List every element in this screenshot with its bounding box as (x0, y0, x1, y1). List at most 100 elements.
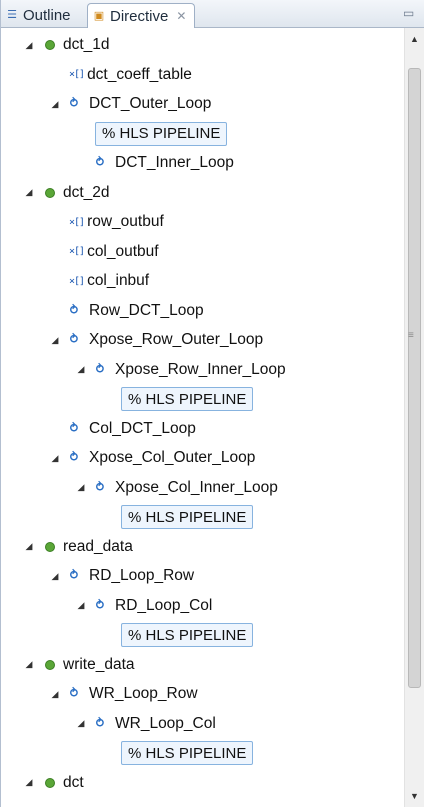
tree-item-loop[interactable]: ◢ ⥁ RD_Loop_Col (75, 593, 213, 619)
loop-icon: ⥁ (69, 302, 80, 317)
loop-icon: ⥁ (69, 420, 80, 435)
tree-item-label: Xpose_Row_Outer_Loop (89, 331, 264, 348)
loop-icon: ⥁ (95, 361, 106, 376)
tree-item-label: Row_DCT_Loop (89, 301, 204, 319)
tree-item-array[interactable]: ×[] dct_coeff_table (69, 62, 192, 88)
tree-item-label: read_data (63, 537, 133, 555)
tree-item-loop[interactable]: ⥁ Col_DCT_Loop (69, 416, 196, 442)
expand-toggle-icon[interactable]: ◢ (49, 335, 61, 346)
array-icon: ×[] (69, 216, 85, 228)
tree-item-loop[interactable]: ◢ ⥁ RD_Loop_Row (49, 563, 195, 589)
loop-icon: ⥁ (69, 332, 80, 346)
array-icon: ×[] (69, 246, 85, 257)
expand-toggle-icon[interactable]: ◢ (75, 600, 87, 611)
tab-directive[interactable]: ▣ Directive ✕ (87, 3, 196, 28)
scrollbar-thumb[interactable] (408, 68, 421, 688)
expand-toggle-icon[interactable]: ◢ (75, 482, 87, 493)
expand-toggle-icon[interactable]: ◢ (23, 659, 35, 670)
loop-icon: ⥁ (69, 568, 80, 582)
scroll-down-icon[interactable]: ▼ (405, 787, 424, 805)
loop-icon: ⥁ (95, 155, 106, 169)
tree-item-label: RD_Loop_Row (89, 567, 195, 584)
tree-item-label: Xpose_Row_Inner_Loop (115, 360, 286, 378)
tree-item-label: dct_coeff_table (87, 65, 192, 83)
tree-item-array[interactable]: ×[] col_outbuf (69, 239, 159, 265)
scroll-up-icon[interactable]: ▲ (405, 30, 424, 48)
tree-item-label: row_outbuf (87, 213, 164, 230)
tree-item-loop[interactable]: ⥁ Row_DCT_Loop (69, 298, 204, 324)
tree-item-label: WR_Loop_Row (89, 685, 198, 702)
tab-outline[interactable]: ☰ Outline (5, 3, 71, 27)
expand-toggle-icon[interactable]: ◢ (23, 187, 35, 198)
expand-toggle-icon[interactable]: ◢ (75, 364, 87, 375)
tree-item-pragma[interactable]: % HLS PIPELINE (95, 121, 228, 147)
expand-toggle-icon[interactable]: ◢ (23, 777, 35, 788)
tree-item-loop[interactable]: ◢ ⥁ WR_Loop_Row (49, 681, 198, 707)
tree-item-function[interactable]: ◢ dct (23, 770, 84, 796)
tree-item-label: Xpose_Col_Inner_Loop (115, 478, 278, 496)
vertical-scrollbar[interactable]: ▲ ≡ ▼ (404, 28, 424, 807)
expand-toggle-icon[interactable]: ◢ (49, 571, 61, 582)
tree-item-label: DCT_Inner_Loop (115, 154, 234, 171)
tree-item-loop[interactable]: ◢ ⥁ Xpose_Row_Outer_Loop (49, 327, 264, 353)
tab-directive-label: Directive (110, 7, 169, 25)
pragma-directive: % HLS PIPELINE (95, 121, 228, 146)
array-icon: ×[] (69, 69, 85, 80)
minimize-icon[interactable]: ▭ (403, 6, 423, 20)
tree-item-label: write_data (63, 655, 135, 673)
pragma-directive: % HLS PIPELINE (121, 741, 254, 765)
tree-item-pragma[interactable]: % HLS PIPELINE (121, 504, 254, 530)
directive-tree: ◢ dct_1d ×[] dct_coeff_table ◢ ⥁ DCT_Outer_Loo… (1, 28, 404, 807)
function-icon (45, 187, 55, 198)
tab-outline-label: Outline (23, 6, 71, 24)
loop-icon: ⥁ (69, 96, 80, 110)
expand-toggle-icon[interactable]: ◢ (49, 99, 61, 110)
expand-toggle-icon[interactable]: ◢ (23, 40, 35, 51)
scrollbar-grip-icon: ≡ (408, 330, 414, 341)
tree-item-label: Col_DCT_Loop (89, 419, 196, 437)
directive-icon: ▣ (93, 10, 105, 22)
tree-item-label: col_inbuf (87, 272, 150, 289)
tree-item-label: RD_Loop_Col (115, 596, 213, 614)
tree-item-array[interactable]: ×[] row_outbuf (69, 209, 164, 235)
tree-item-label: col_outbuf (87, 242, 159, 260)
tree-item-pragma[interactable]: % HLS PIPELINE (121, 622, 254, 648)
tree-item-loop[interactable]: ◢ ⥁ Xpose_Row_Inner_Loop (75, 357, 286, 383)
tree-item-function[interactable]: ◢ write_data (23, 652, 135, 678)
tree-item-label: WR_Loop_Col (115, 714, 216, 732)
tree-item-function[interactable]: ◢ dct_2d (23, 180, 110, 206)
tree-item-label: Xpose_Col_Outer_Loop (89, 449, 256, 466)
tree-item-label: dct_1d (63, 36, 110, 53)
tree-item-array[interactable]: ×[] col_inbuf (69, 268, 149, 294)
tree-item-function[interactable]: ◢ dct_1d (23, 32, 110, 58)
loop-icon: ⥁ (95, 597, 106, 612)
tree-item-label: dct_2d (63, 183, 110, 201)
outline-icon: ☰ (7, 9, 17, 21)
tree-item-pragma[interactable]: % HLS PIPELINE (121, 740, 254, 766)
expand-toggle-icon[interactable]: ◢ (23, 541, 35, 552)
tree-item-label: dct (63, 773, 84, 791)
loop-icon: ⥁ (95, 715, 106, 730)
tree-item-loop[interactable]: ⥁ DCT_Inner_Loop (95, 150, 234, 176)
tree-item-pragma[interactable]: % HLS PIPELINE (121, 386, 254, 412)
tree-item-loop[interactable]: ◢ ⥁ WR_Loop_Col (75, 711, 216, 737)
loop-icon: ⥁ (69, 450, 80, 464)
pragma-directive: % HLS PIPELINE (121, 623, 254, 647)
expand-toggle-icon[interactable]: ◢ (49, 689, 61, 700)
expand-toggle-icon[interactable]: ◢ (49, 453, 61, 464)
loop-icon: ⥁ (95, 479, 106, 494)
function-icon (45, 40, 55, 50)
pragma-directive: % HLS PIPELINE (121, 505, 254, 529)
close-icon[interactable]: ✕ (176, 9, 186, 23)
directive-view: ☰ Outline ▣ Directive ✕ ▭ ◢ dct_1d ×[] dct_… (0, 0, 424, 807)
function-icon (45, 541, 55, 552)
loop-icon: ⥁ (69, 686, 80, 700)
tree-item-loop[interactable]: ◢ ⥁ Xpose_Col_Outer_Loop (49, 445, 256, 471)
tree-item-function[interactable]: ◢ read_data (23, 534, 133, 560)
array-icon: ×[] (69, 275, 85, 287)
function-icon (45, 777, 55, 788)
function-icon (45, 659, 55, 670)
tree-item-loop[interactable]: ◢ ⥁ Xpose_Col_Inner_Loop (75, 475, 278, 501)
expand-toggle-icon[interactable]: ◢ (75, 718, 87, 729)
tree-item-loop[interactable]: ◢ ⥁ DCT_Outer_Loop (49, 91, 212, 117)
